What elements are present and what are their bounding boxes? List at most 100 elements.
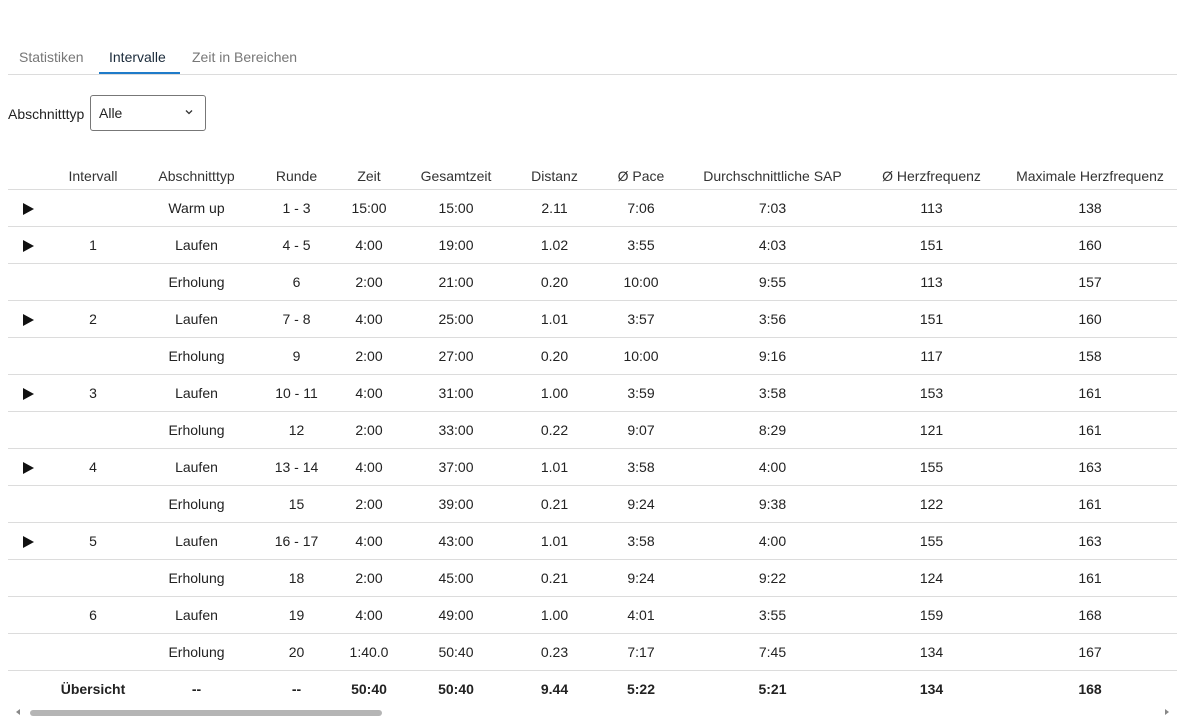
header-max-heart-rate[interactable]: Maximale Herzfrequenz bbox=[1003, 163, 1177, 190]
tab-zeit-in-bereichen[interactable]: Zeit in Bereichen bbox=[192, 40, 297, 74]
cell-max-heart-rate: 161 bbox=[1003, 559, 1177, 597]
summary-distanz: 9.44 bbox=[540, 681, 569, 697]
header-sap[interactable]: Durchschnittliche SAP bbox=[685, 163, 860, 190]
cell-sap: 9:38 bbox=[685, 485, 860, 523]
cell-distanz: 0.23 bbox=[512, 633, 597, 671]
scroll-right-arrow-icon[interactable] bbox=[1163, 708, 1171, 716]
cell-sap: 7:03 bbox=[685, 189, 860, 227]
header-runde[interactable]: Runde bbox=[255, 163, 338, 190]
cell-sap: 9:22 bbox=[685, 559, 860, 597]
expand-cell bbox=[8, 671, 48, 708]
table-header-row: Intervall Abschnitttyp Runde Zeit Gesamt… bbox=[8, 163, 1177, 190]
header-zeit[interactable]: Zeit bbox=[338, 163, 400, 190]
header-abschnitttyp[interactable]: Abschnitttyp bbox=[138, 163, 255, 190]
cell-gesamtzeit: 21:00 bbox=[400, 263, 512, 301]
cell-distanz: 1.00 bbox=[512, 374, 597, 412]
header-expand bbox=[8, 163, 48, 190]
section-type-select[interactable]: Alle bbox=[90, 95, 206, 131]
cell-heart-rate: 155 bbox=[860, 448, 1003, 486]
cell-zeit: 4:00 bbox=[338, 448, 400, 486]
summary-sap: 5:21 bbox=[758, 681, 787, 697]
expand-row-icon[interactable] bbox=[21, 535, 35, 549]
cell-pace: 7:06 bbox=[597, 189, 685, 227]
cell-runde: 20 bbox=[255, 633, 338, 671]
cell-distanz: 1.01 bbox=[512, 448, 597, 486]
cell-max-heart-rate: 161 bbox=[1003, 374, 1177, 412]
table-row: Erholung 20 1:40.0 50:40 0.23 7:17 7:45 134 167 bbox=[8, 633, 1177, 671]
cell-heart-rate: 151 bbox=[860, 226, 1003, 264]
summary-runde: -- bbox=[291, 681, 302, 697]
cell-abschnitttyp: Warm up bbox=[138, 189, 255, 227]
expand-cell bbox=[8, 263, 48, 301]
expand-row-icon[interactable] bbox=[21, 202, 35, 216]
cell-runde: 1 - 3 bbox=[255, 189, 338, 227]
summary-zeit: 50:40 bbox=[351, 681, 387, 697]
tab-intervalle[interactable]: Intervalle bbox=[109, 40, 166, 74]
expand-cell bbox=[8, 633, 48, 671]
scrollbar-thumb[interactable] bbox=[30, 710, 382, 716]
table-row: Erholung 18 2:00 45:00 0.21 9:24 9:22 124 161 bbox=[8, 559, 1177, 597]
horizontal-scrollbar[interactable] bbox=[8, 706, 1177, 716]
cell-intervall bbox=[48, 633, 138, 671]
cell-distanz: 0.20 bbox=[512, 263, 597, 301]
cell-zeit: 1:40.0 bbox=[338, 633, 400, 671]
table-row: Erholung 12 2:00 33:00 0.22 9:07 8:29 121 161 bbox=[8, 411, 1177, 449]
cell-abschnitttyp: Laufen bbox=[138, 300, 255, 338]
cell-pace: 3:57 bbox=[597, 300, 685, 338]
expand-cell bbox=[8, 337, 48, 375]
cell-max-heart-rate: 167 bbox=[1003, 633, 1177, 671]
cell-sap: 8:29 bbox=[685, 411, 860, 449]
cell-runde: 19 bbox=[255, 596, 338, 634]
cell-distanz: 1.01 bbox=[512, 522, 597, 560]
expand-cell bbox=[8, 411, 48, 449]
cell-gesamtzeit: 50:40 bbox=[400, 633, 512, 671]
cell-sap: 3:55 bbox=[685, 596, 860, 634]
header-gesamtzeit[interactable]: Gesamtzeit bbox=[400, 163, 512, 190]
table-row: 3 Laufen 10 - 11 4:00 31:00 1.00 3:59 3:58 153 16… bbox=[8, 374, 1177, 412]
expand-cell bbox=[8, 485, 48, 523]
section-type-label: Abschnitttyp bbox=[8, 106, 85, 122]
cell-max-heart-rate: 163 bbox=[1003, 448, 1177, 486]
cell-abschnitttyp: Laufen bbox=[138, 374, 255, 412]
cell-gesamtzeit: 15:00 bbox=[400, 189, 512, 227]
cell-runde: 4 - 5 bbox=[255, 226, 338, 264]
header-pace[interactable]: Ø Pace bbox=[597, 163, 685, 190]
expand-cell bbox=[8, 300, 48, 338]
summary-gesamtzeit: 50:40 bbox=[438, 681, 474, 697]
table-row: Warm up 1 - 3 15:00 15:00 2.11 7:06 7:03 113 138 bbox=[8, 189, 1177, 227]
table-row: 6 Laufen 19 4:00 49:00 1.00 4:01 3:55 159 168 bbox=[8, 596, 1177, 634]
cell-runde: 12 bbox=[255, 411, 338, 449]
expand-cell bbox=[8, 189, 48, 227]
tab-bar: Statistiken Intervalle Zeit in Bereichen bbox=[8, 40, 1177, 75]
cell-distanz: 0.20 bbox=[512, 337, 597, 375]
cell-distanz: 2.11 bbox=[512, 189, 597, 227]
expand-row-icon[interactable] bbox=[21, 239, 35, 253]
cell-intervall: 6 bbox=[48, 596, 138, 634]
expand-row-icon[interactable] bbox=[21, 387, 35, 401]
cell-zeit: 4:00 bbox=[338, 596, 400, 634]
cell-zeit: 2:00 bbox=[338, 263, 400, 301]
cell-distanz: 1.01 bbox=[512, 300, 597, 338]
cell-pace: 10:00 bbox=[597, 337, 685, 375]
cell-runde: 18 bbox=[255, 559, 338, 597]
expand-row-icon[interactable] bbox=[21, 461, 35, 475]
cell-sap: 3:56 bbox=[685, 300, 860, 338]
header-intervall[interactable]: Intervall bbox=[48, 163, 138, 190]
cell-gesamtzeit: 43:00 bbox=[400, 522, 512, 560]
cell-zeit: 2:00 bbox=[338, 337, 400, 375]
tab-statistiken[interactable]: Statistiken bbox=[19, 40, 84, 74]
cell-max-heart-rate: 138 bbox=[1003, 189, 1177, 227]
cell-sap: 4:03 bbox=[685, 226, 860, 264]
scroll-left-arrow-icon[interactable] bbox=[14, 708, 22, 716]
cell-zeit: 4:00 bbox=[338, 226, 400, 264]
cell-heart-rate: 159 bbox=[860, 596, 1003, 634]
expand-row-icon[interactable] bbox=[21, 313, 35, 327]
cell-sap: 4:00 bbox=[685, 448, 860, 486]
header-distanz[interactable]: Distanz bbox=[512, 163, 597, 190]
cell-distanz: 0.21 bbox=[512, 559, 597, 597]
cell-abschnitttyp: Laufen bbox=[138, 226, 255, 264]
active-tab-indicator bbox=[99, 72, 180, 74]
expand-cell bbox=[8, 226, 48, 264]
cell-abschnitttyp: Erholung bbox=[138, 485, 255, 523]
header-heart-rate[interactable]: Ø Herzfrequenz bbox=[860, 163, 1003, 190]
